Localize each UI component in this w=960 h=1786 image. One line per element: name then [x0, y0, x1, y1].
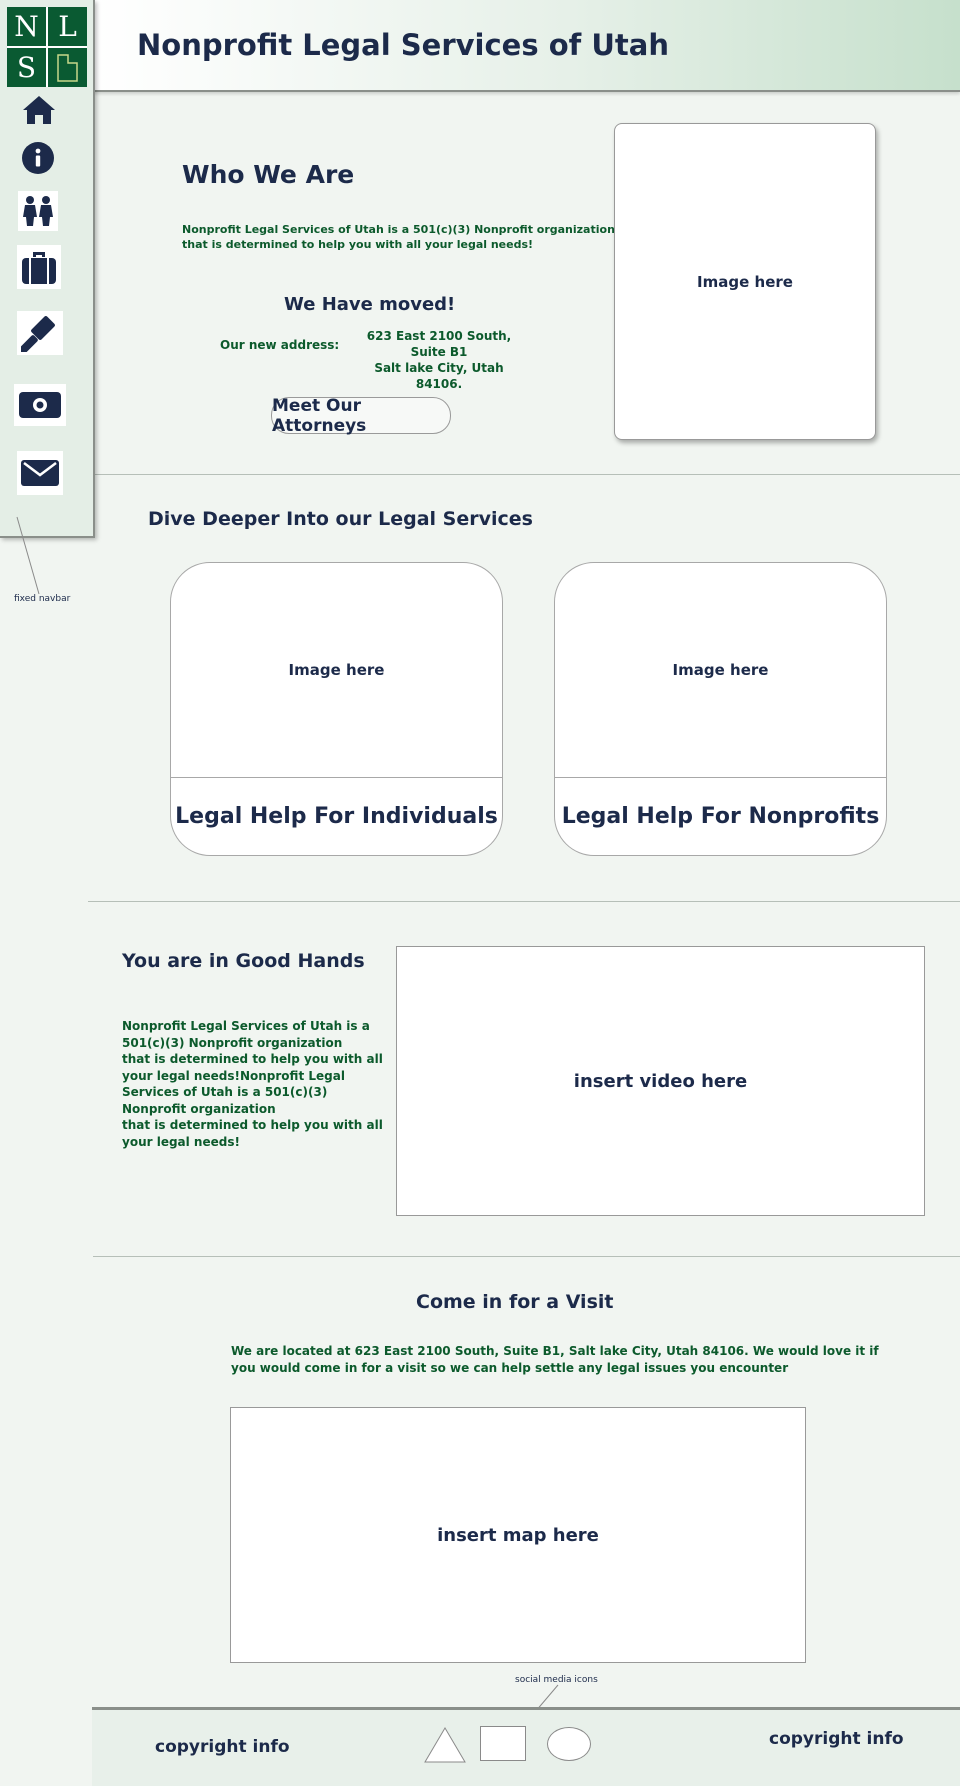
social-square-icon[interactable]: [480, 1726, 526, 1761]
video-placeholder[interactable]: insert video here: [396, 946, 925, 1216]
social-triangle-icon[interactable]: [423, 1726, 467, 1764]
individuals-card[interactable]: Image here Legal Help For Individuals: [170, 562, 503, 856]
info-icon[interactable]: [18, 138, 58, 178]
copyright-left: copyright info: [155, 1737, 290, 1757]
people-icon[interactable]: [18, 191, 58, 231]
address-label: Our new address:: [220, 338, 340, 352]
visit-title: Come in for a Visit: [416, 1291, 614, 1313]
utah-state-icon: [48, 48, 87, 87]
meet-attorneys-button[interactable]: Meet Our Attorneys: [271, 396, 451, 436]
logo-letter-n: N: [7, 7, 46, 46]
section-divider: [88, 901, 960, 902]
logo[interactable]: N L S: [7, 7, 87, 87]
sidebar-navbar: N L S: [0, 0, 95, 538]
footer: copyright info copyright info: [92, 1707, 960, 1786]
individuals-card-image: Image here: [171, 563, 502, 778]
visit-text: We are located at 623 East 2100 South, S…: [231, 1344, 879, 1375]
copyright-right: copyright info: [769, 1729, 904, 1749]
social-circle-icon[interactable]: [547, 1727, 591, 1761]
briefcase-icon[interactable]: [17, 245, 61, 289]
who-we-are-image: Image here: [614, 123, 876, 440]
individuals-card-label[interactable]: Legal Help For Individuals: [171, 778, 502, 855]
money-icon[interactable]: [14, 384, 66, 426]
section-divider: [93, 1256, 960, 1257]
nonprofits-card-label[interactable]: Legal Help For Nonprofits: [555, 778, 886, 855]
envelope-icon[interactable]: [17, 451, 63, 495]
logo-letter-l: L: [48, 7, 87, 46]
home-icon[interactable]: [17, 88, 61, 132]
section-divider: [93, 474, 960, 475]
good-hands-title: You are in Good Hands: [122, 950, 365, 972]
nonprofits-card-image: Image here: [555, 563, 886, 778]
nonprofits-card[interactable]: Image here Legal Help For Nonprofits: [554, 562, 887, 856]
moved-title: We Have moved!: [284, 294, 456, 315]
gavel-icon[interactable]: [17, 311, 63, 355]
map-placeholder[interactable]: insert map here: [230, 1407, 806, 1663]
navbar-annotation: fixed navbar: [14, 594, 71, 604]
who-we-are-text: Nonprofit Legal Services of Utah is a 50…: [182, 223, 615, 251]
site-title[interactable]: Nonprofit Legal Services of Utah: [137, 28, 669, 62]
who-we-are-title: Who We Are: [182, 160, 355, 189]
services-title: Dive Deeper Into our Legal Services: [148, 508, 533, 530]
navbar-annotation-line: [16, 516, 40, 595]
good-hands-text: Nonprofit Legal Services of Utah is a 50…: [122, 1019, 383, 1149]
new-address: 623 East 2100 South, Suite B1 Salt lake …: [366, 329, 512, 391]
logo-letter-s: S: [7, 48, 46, 87]
